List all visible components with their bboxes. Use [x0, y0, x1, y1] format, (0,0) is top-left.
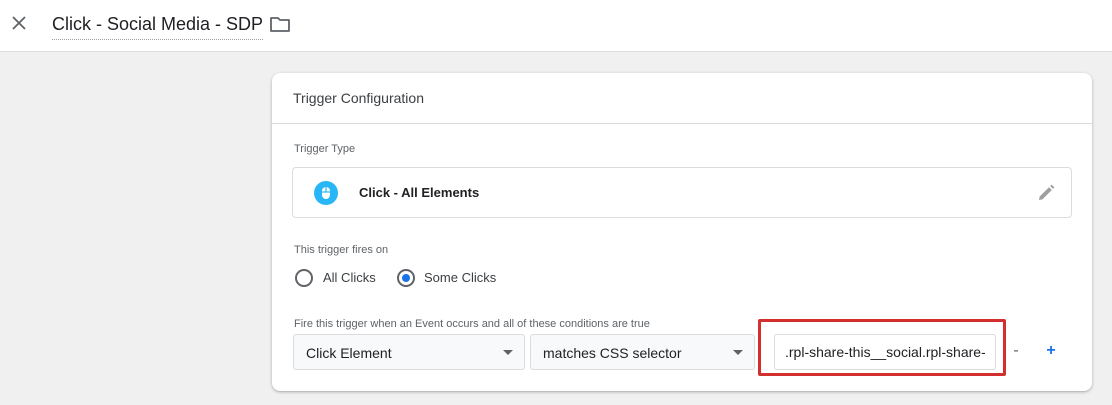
trigger-type-selector[interactable]: Click - All Elements	[292, 167, 1072, 218]
condition-value-input[interactable]	[774, 334, 996, 370]
trigger-configuration-card: Trigger Configuration Trigger Type Click…	[272, 73, 1092, 391]
variable-select-value: Click Element	[306, 345, 392, 361]
remove-condition-button[interactable]: -	[1006, 340, 1026, 362]
add-condition-button[interactable]: +	[1041, 340, 1061, 362]
operator-select[interactable]: matches CSS selector	[530, 334, 755, 370]
trigger-name-field[interactable]: Click - Social Media - SDP	[52, 12, 264, 40]
dropdown-arrow-icon	[733, 350, 743, 355]
close-icon[interactable]	[10, 14, 28, 32]
operator-select-value: matches CSS selector	[543, 345, 682, 361]
top-bar: Click - Social Media - SDP	[0, 0, 1112, 52]
trigger-type-name: Click - All Elements	[359, 185, 480, 200]
folder-icon[interactable]	[269, 14, 291, 34]
trigger-type-label: Trigger Type	[294, 143, 356, 155]
radio-some-clicks[interactable]	[397, 269, 415, 287]
condition-label: Fire this trigger when an Event occurs a…	[294, 318, 650, 330]
click-icon	[314, 181, 338, 205]
fires-on-label: This trigger fires on	[294, 244, 389, 256]
card-title: Trigger Configuration	[293, 90, 424, 106]
dropdown-arrow-icon	[503, 350, 513, 355]
card-header: Trigger Configuration	[272, 73, 1092, 124]
variable-select[interactable]: Click Element	[293, 334, 525, 370]
radio-all-clicks[interactable]	[295, 269, 313, 287]
pencil-icon[interactable]	[1036, 183, 1056, 203]
radio-all-clicks-label[interactable]: All Clicks	[323, 270, 376, 285]
radio-some-clicks-label[interactable]: Some Clicks	[424, 270, 496, 285]
